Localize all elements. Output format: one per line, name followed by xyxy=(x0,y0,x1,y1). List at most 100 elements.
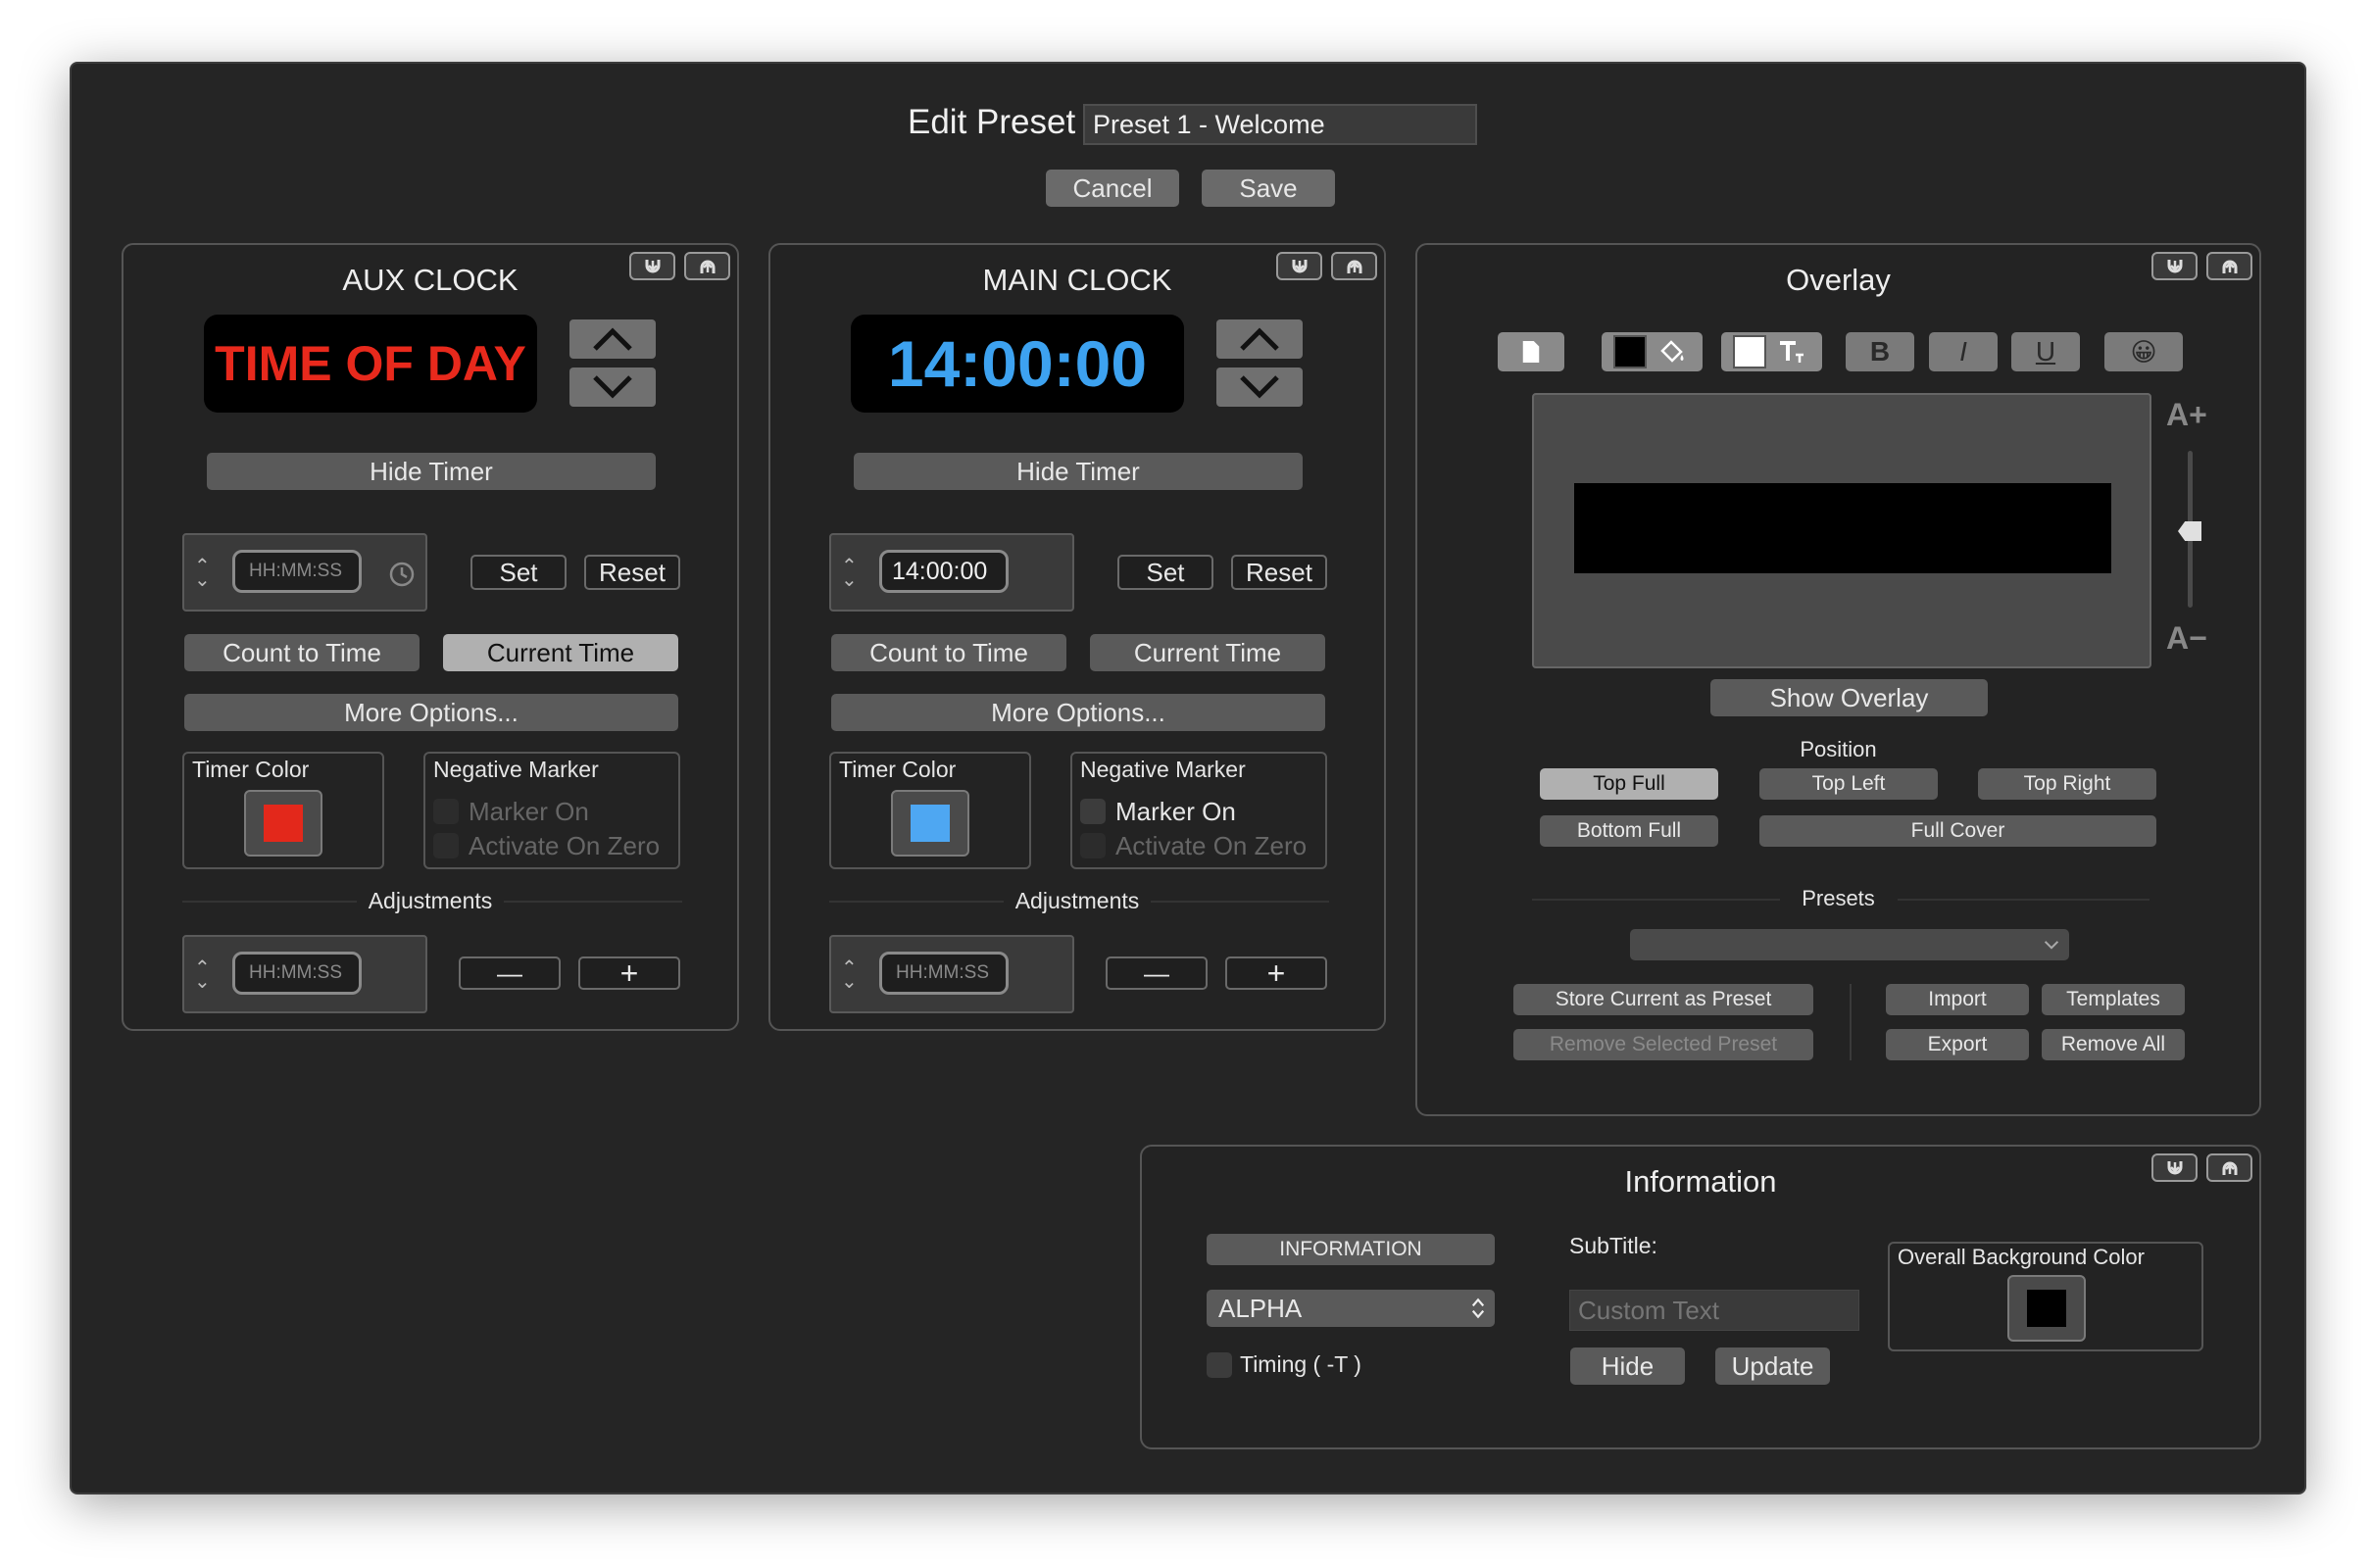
main-current-time-button[interactable]: Current Time xyxy=(1090,634,1325,671)
top-right-button[interactable]: Top Right xyxy=(1978,768,2156,800)
text-color-button[interactable] xyxy=(1721,332,1822,371)
main-more-options-button[interactable]: More Options... xyxy=(831,694,1325,731)
preset-name-input[interactable] xyxy=(1083,104,1477,145)
information-select[interactable]: ALPHA xyxy=(1207,1290,1495,1327)
aux-negative-marker-label: Negative Marker xyxy=(433,757,599,782)
top-left-button[interactable]: Top Left xyxy=(1759,768,1938,800)
aux-activate-on-zero-checkbox[interactable] xyxy=(433,833,459,858)
font-size-down-label[interactable]: A− xyxy=(2166,620,2207,657)
main-count-to-time-button[interactable]: Count to Time xyxy=(831,634,1066,671)
chevron-down-icon xyxy=(2044,941,2059,950)
main-activate-on-zero-checkbox[interactable] xyxy=(1080,833,1106,858)
main-timer-color-well[interactable] xyxy=(891,790,969,857)
main-timer-color-label: Timer Color xyxy=(839,757,957,782)
upload-icon[interactable] xyxy=(2206,252,2252,280)
subtitle-hide-button[interactable]: Hide xyxy=(1570,1348,1685,1385)
main-negative-marker-label: Negative Marker xyxy=(1080,757,1246,782)
main-adj-input[interactable]: HH:MM:SS xyxy=(879,952,1009,995)
main-plus-button[interactable]: + xyxy=(1225,956,1327,990)
upload-icon[interactable] xyxy=(2206,1153,2252,1182)
clock-icon[interactable] xyxy=(389,562,415,587)
italic-button[interactable]: I xyxy=(1929,332,1998,371)
bold-button[interactable]: B xyxy=(1846,332,1914,371)
main-set-button[interactable]: Set xyxy=(1117,555,1213,590)
information-title: Information xyxy=(1624,1164,1777,1199)
main-adjustments-label: Adjustments xyxy=(1004,888,1151,914)
main-adj-stepper[interactable]: ⌃ ⌄ xyxy=(841,958,858,992)
main-clock-display: 14:00:00 xyxy=(851,315,1184,413)
aux-time-input[interactable]: HH:MM:SS xyxy=(232,550,362,593)
text-color-swatch xyxy=(1733,335,1766,368)
font-size-slider-knob[interactable] xyxy=(2178,521,2201,541)
save-button[interactable]: Save xyxy=(1202,170,1335,207)
main-time-input[interactable]: 14:00:00 xyxy=(879,550,1009,593)
download-icon[interactable] xyxy=(2151,252,2198,280)
full-cover-button[interactable]: Full Cover xyxy=(1759,815,2156,847)
chevron-up-icon xyxy=(593,327,632,351)
overall-background-color-well[interactable] xyxy=(2007,1275,2086,1342)
export-button[interactable]: Export xyxy=(1886,1029,2029,1060)
aux-up-button[interactable] xyxy=(569,319,656,359)
main-up-button[interactable] xyxy=(1216,319,1303,359)
main-time-stepper[interactable]: ⌃ ⌄ xyxy=(841,557,858,590)
aux-activate-on-zero-label: Activate On Zero xyxy=(469,831,661,860)
main-minus-button[interactable]: — xyxy=(1106,956,1208,990)
new-document-button[interactable] xyxy=(1498,332,1564,371)
subtitle-input[interactable] xyxy=(1569,1290,1859,1331)
overall-background-color-swatch xyxy=(2027,1290,2066,1327)
aux-marker-on-checkbox[interactable] xyxy=(433,799,459,824)
cancel-button[interactable]: Cancel xyxy=(1046,170,1179,207)
information-mode-button[interactable]: INFORMATION xyxy=(1207,1234,1495,1265)
bottom-full-button[interactable]: Bottom Full xyxy=(1540,815,1718,847)
aux-plus-button[interactable]: + xyxy=(578,956,680,990)
information-panel: Information INFORMATION ALPHA Timing ( -… xyxy=(1140,1145,2261,1449)
aux-minus-button[interactable]: — xyxy=(459,956,561,990)
aux-timer-color-well[interactable] xyxy=(244,790,322,857)
overlay-preview xyxy=(1532,393,2151,668)
background-color-button[interactable] xyxy=(1602,332,1703,371)
aux-clock-display: TIME OF DAY xyxy=(204,315,537,413)
aux-current-time-button[interactable]: Current Time xyxy=(443,634,678,671)
download-icon[interactable] xyxy=(1276,252,1322,280)
aux-count-to-time-button[interactable]: Count to Time xyxy=(184,634,420,671)
presets-label: Presets xyxy=(1779,886,1898,911)
aux-reset-button[interactable]: Reset xyxy=(584,555,680,590)
download-icon[interactable] xyxy=(629,252,675,280)
aux-time-stepper[interactable]: ⌃ ⌄ xyxy=(194,557,211,590)
upload-icon[interactable] xyxy=(684,252,730,280)
emoji-button[interactable]: 😀 xyxy=(2104,332,2183,371)
main-reset-button[interactable]: Reset xyxy=(1231,555,1327,590)
text-color-icon xyxy=(1780,341,1804,363)
font-size-up-label[interactable]: A+ xyxy=(2166,397,2207,433)
edit-preset-window: Edit Preset Cancel Save AUX CLOCK TIME O… xyxy=(70,62,2306,1494)
aux-down-button[interactable] xyxy=(569,368,656,407)
remove-all-button[interactable]: Remove All xyxy=(2042,1029,2185,1060)
subtitle-update-button[interactable]: Update xyxy=(1715,1348,1830,1385)
timing-checkbox[interactable] xyxy=(1207,1352,1232,1378)
chevron-down-icon xyxy=(593,375,632,399)
main-hide-timer-button[interactable]: Hide Timer xyxy=(854,453,1303,490)
aux-adj-stepper[interactable]: ⌃ ⌄ xyxy=(194,958,211,992)
upload-icon[interactable] xyxy=(1331,252,1377,280)
top-full-button[interactable]: Top Full xyxy=(1540,768,1718,800)
store-preset-button[interactable]: Store Current as Preset xyxy=(1513,984,1813,1015)
import-button[interactable]: Import xyxy=(1886,984,2029,1015)
underline-button[interactable]: U xyxy=(2011,332,2080,371)
subtitle-label: SubTitle: xyxy=(1569,1233,1657,1258)
aux-adj-input[interactable]: HH:MM:SS xyxy=(232,952,362,995)
aux-more-options-button[interactable]: More Options... xyxy=(184,694,678,731)
download-icon[interactable] xyxy=(2151,1153,2198,1182)
overlay-panel: Overlay B I U 😀 A+ A− Show Overlay Posit… xyxy=(1415,243,2261,1116)
main-down-button[interactable] xyxy=(1216,368,1303,407)
aux-marker-on-label: Marker On xyxy=(469,797,589,826)
main-activate-on-zero-label: Activate On Zero xyxy=(1115,831,1308,860)
presets-dropdown[interactable] xyxy=(1630,929,2069,960)
main-marker-on-checkbox[interactable] xyxy=(1080,799,1106,824)
paint-bucket-icon xyxy=(1660,340,1684,363)
show-overlay-button[interactable]: Show Overlay xyxy=(1710,679,1988,716)
aux-display-text: TIME OF DAY xyxy=(215,336,526,391)
aux-hide-timer-button[interactable]: Hide Timer xyxy=(207,453,656,490)
remove-preset-button[interactable]: Remove Selected Preset xyxy=(1513,1029,1813,1060)
aux-set-button[interactable]: Set xyxy=(470,555,567,590)
templates-button[interactable]: Templates xyxy=(2042,984,2185,1015)
